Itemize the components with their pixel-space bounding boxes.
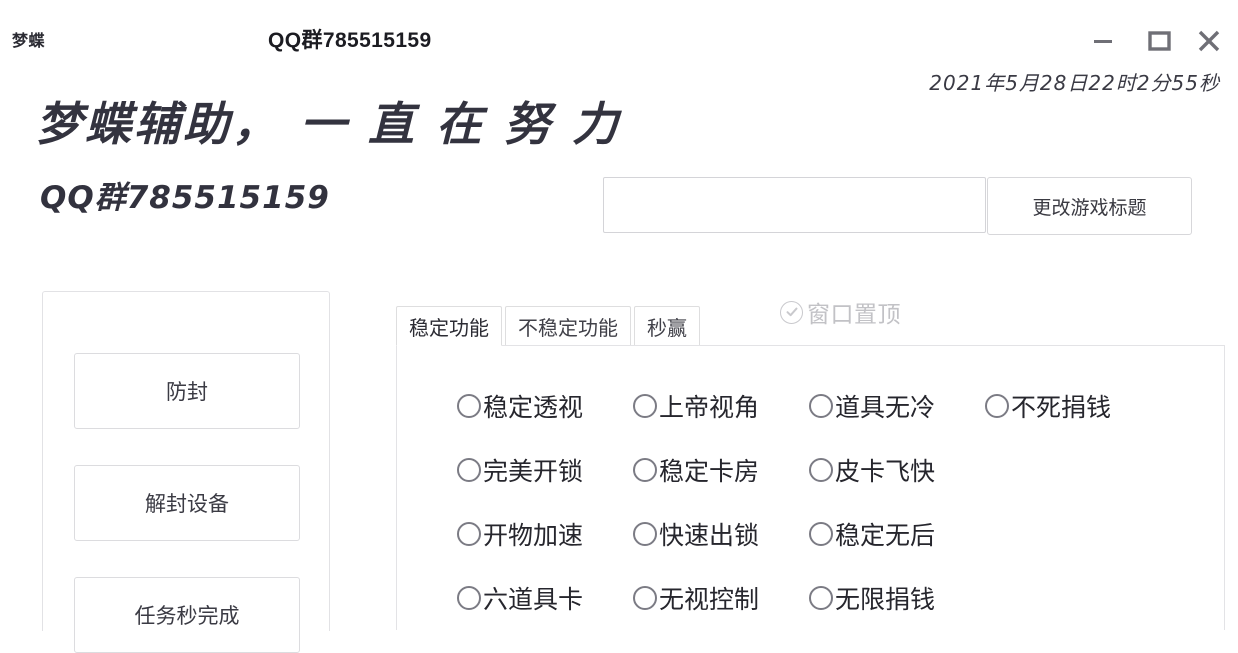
option-label: 不死捐钱 <box>1011 394 1112 422</box>
radio-icon[interactable] <box>633 458 657 482</box>
radio-icon[interactable] <box>633 522 657 546</box>
title-bar: 梦蝶 QQ群785515159 <box>0 0 1238 62</box>
banner-subline: QQ群785515159 <box>40 180 330 216</box>
option-six-item-cards[interactable]: 六道具卡 <box>457 580 619 616</box>
option-open-item-speedup[interactable]: 开物加速 <box>457 516 619 552</box>
tab-stable-functions[interactable]: 稳定功能 <box>396 306 502 346</box>
app-window: 梦蝶 QQ群785515159 2021年5月28日22时2分55秒 梦蝶辅助，… <box>0 0 1238 653</box>
radio-icon[interactable] <box>809 458 833 482</box>
change-game-title-button[interactable]: 更改游戏标题 <box>987 177 1192 235</box>
app-title: 梦蝶 <box>12 33 46 50</box>
radio-icon[interactable] <box>457 458 481 482</box>
option-label: 六道具卡 <box>483 586 584 614</box>
option-row: 开物加速 快速出锁 稳定无后 <box>457 516 985 552</box>
option-label: 无限捐钱 <box>835 586 936 614</box>
radio-icon[interactable] <box>809 586 833 610</box>
option-perfect-unlock[interactable]: 完美开锁 <box>457 452 619 488</box>
option-label: 稳定透视 <box>483 394 584 422</box>
option-pikachu-fast[interactable]: 皮卡飞快 <box>809 452 971 488</box>
option-label: 上帝视角 <box>659 394 760 422</box>
radio-icon[interactable] <box>633 394 657 418</box>
option-unlimited-donate[interactable]: 无限捐钱 <box>809 580 971 616</box>
sidebar-button-instant-task[interactable]: 任务秒完成 <box>74 577 300 653</box>
option-label: 完美开锁 <box>483 458 584 486</box>
option-label: 道具无冷 <box>835 394 936 422</box>
tab-instant-win[interactable]: 秒赢 <box>634 306 700 346</box>
option-label: 无视控制 <box>659 586 760 614</box>
option-row: 稳定透视 上帝视角 道具无冷 不死捐钱 <box>457 388 1125 424</box>
always-on-top-label: 窗口置顶 <box>807 301 901 327</box>
always-on-top-checkbox[interactable]: 窗口置顶 <box>780 295 901 329</box>
maximize-icon[interactable] <box>1142 26 1176 56</box>
radio-icon[interactable] <box>457 394 481 418</box>
option-ignore-control[interactable]: 无视控制 <box>633 580 795 616</box>
clock-display: 2021年5月28日22时2分55秒 <box>929 71 1220 95</box>
option-label: 皮卡飞快 <box>835 458 936 486</box>
radio-icon[interactable] <box>457 522 481 546</box>
option-label: 稳定无后 <box>835 522 936 550</box>
radio-icon[interactable] <box>633 586 657 610</box>
radio-icon[interactable] <box>809 522 833 546</box>
game-title-input[interactable] <box>603 177 986 233</box>
banner-headline: 梦蝶辅助， 一 直 在 努 力 <box>36 97 622 151</box>
option-label: 快速出锁 <box>659 522 760 550</box>
option-immortal-donate[interactable]: 不死捐钱 <box>985 388 1111 424</box>
option-no-item-cooldown[interactable]: 道具无冷 <box>809 388 971 424</box>
sidebar-button-unban-device[interactable]: 解封设备 <box>74 465 300 541</box>
minimize-icon[interactable] <box>1086 26 1120 56</box>
close-icon[interactable] <box>1192 26 1226 56</box>
option-stable-wallhack[interactable]: 稳定透视 <box>457 388 619 424</box>
sidebar-panel: 防封 解封设备 任务秒完成 <box>42 291 330 653</box>
radio-icon[interactable] <box>809 394 833 418</box>
option-god-view[interactable]: 上帝视角 <box>633 388 795 424</box>
tab-strip: 稳定功能 不稳定功能 秒赢 <box>396 306 703 346</box>
tab-content-panel: 稳定透视 上帝视角 道具无冷 不死捐钱 完美开锁 稳定卡房 皮卡飞快 开物加速 … <box>396 345 1225 630</box>
tab-unstable-functions[interactable]: 不稳定功能 <box>505 306 631 346</box>
option-fast-unlock-exit[interactable]: 快速出锁 <box>633 516 795 552</box>
radio-icon[interactable] <box>985 394 1009 418</box>
sidebar-button-fangfeng[interactable]: 防封 <box>74 353 300 429</box>
check-circle-icon <box>780 300 803 324</box>
option-row: 完美开锁 稳定卡房 皮卡飞快 <box>457 452 985 488</box>
option-stable-room-lock[interactable]: 稳定卡房 <box>633 452 795 488</box>
qq-group-title: QQ群785515159 <box>268 29 432 52</box>
option-label: 稳定卡房 <box>659 458 760 486</box>
option-row: 六道具卡 无视控制 无限捐钱 <box>457 580 985 616</box>
option-label: 开物加速 <box>483 522 584 550</box>
option-stable-no-recoil[interactable]: 稳定无后 <box>809 516 971 552</box>
radio-icon[interactable] <box>457 586 481 610</box>
